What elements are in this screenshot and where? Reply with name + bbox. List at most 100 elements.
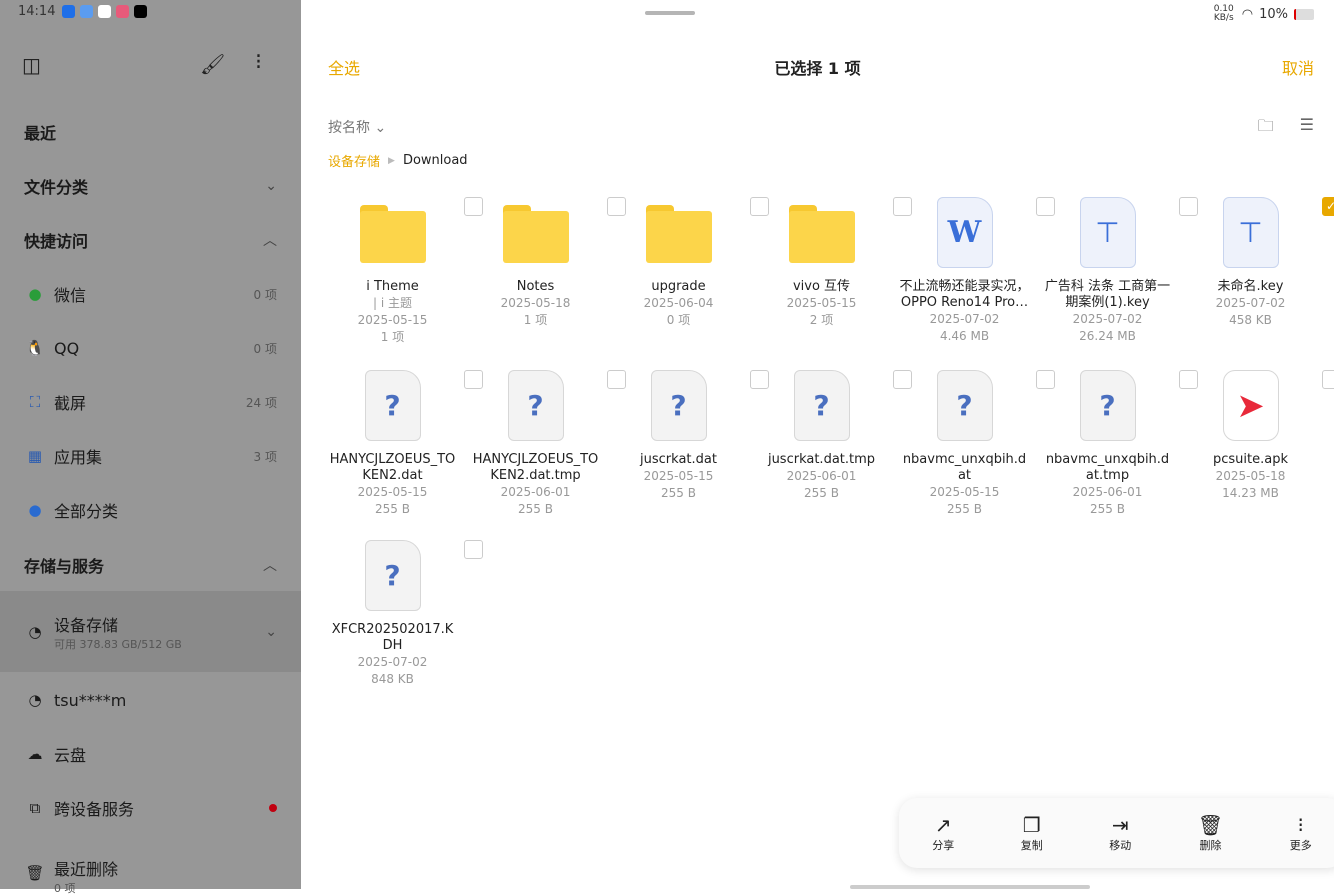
unknown-file-icon: ? xyxy=(794,370,850,441)
sidebar-item-device-storage[interactable]: ◔设备存储可用 378.83 GB/512 GB⌄ xyxy=(0,591,301,672)
select-checkbox[interactable]: ✓ xyxy=(1322,197,1334,216)
file-size: 1 项 xyxy=(464,312,607,329)
file-size: 255 B xyxy=(321,501,464,518)
file-name: i Theme xyxy=(321,279,464,295)
file-tile[interactable]: i Theme| i 主题2025-05-151 项 xyxy=(321,197,464,346)
file-tile[interactable]: vivo 互传2025-05-152 项 xyxy=(750,197,893,329)
sort-dropdown[interactable]: 按名称 ⌄ xyxy=(328,117,386,137)
file-date: 2025-06-04 xyxy=(607,295,750,312)
file-name: Notes xyxy=(464,279,607,295)
file-date: 2025-05-18 xyxy=(464,295,607,312)
file-tile[interactable]: ?HANYCJLZOEUS_TOKEN2.dat.tmp2025-06-0125… xyxy=(464,370,607,518)
file-tile[interactable]: ⊤广告科 法条 工商第一期案例(1).key2025-07-0226.24 MB xyxy=(1036,197,1179,345)
sidebar-item-cloud[interactable]: ☁云盘 xyxy=(0,740,301,768)
file-size: 255 B xyxy=(893,501,1036,518)
drag-handle[interactable] xyxy=(645,11,695,15)
file-size: 848 KB xyxy=(321,671,464,688)
qq-icon: 🐧 xyxy=(24,339,46,357)
notification-icons xyxy=(62,5,147,18)
file-name: 广告科 法条 工商第一期案例(1).key xyxy=(1036,279,1179,311)
video-app-icon xyxy=(62,5,75,18)
copy-button[interactable]: ❐复制 xyxy=(1021,813,1043,853)
file-date: 2025-05-15 xyxy=(750,295,893,312)
status-time: 14:14 xyxy=(18,4,55,19)
trash-icon: 🗑 xyxy=(24,864,46,882)
select-checkbox[interactable] xyxy=(464,540,483,559)
file-size: 255 B xyxy=(607,485,750,502)
cancel-button[interactable]: 取消 xyxy=(1282,55,1314,79)
breadcrumb-root[interactable]: 设备存储 xyxy=(328,151,380,170)
move-button[interactable]: ⇥移动 xyxy=(1109,813,1131,853)
file-name: XFCR202502017.KDH xyxy=(321,622,464,654)
file-name: HANYCJLZOEUS_TOKEN2.dat xyxy=(321,452,464,484)
file-tile[interactable]: W不止流畅还能录实况，OPPO Reno14 Pro…2025-07-024.4… xyxy=(893,197,1036,345)
file-tile[interactable]: ?nbavmc_unxqbih.dat.tmp2025-06-01255 B xyxy=(1036,370,1179,518)
file-tile[interactable]: ?XFCR202502017.KDH2025-07-02848 KB xyxy=(321,540,464,688)
file-tile[interactable]: Notes2025-05-181 项 xyxy=(464,197,607,329)
wifi-icon: ◠ xyxy=(1242,7,1253,22)
sidebar-item-screenshots[interactable]: ⛶截屏24 项 xyxy=(0,388,301,416)
file-name: nbavmc_unxqbih.dat xyxy=(893,452,1036,484)
file-tile[interactable]: ?nbavmc_unxqbih.dat2025-05-15255 B xyxy=(893,370,1036,518)
file-date: 2025-05-15 xyxy=(893,484,1036,501)
unknown-file-icon: ? xyxy=(1080,370,1136,441)
list-view-icon[interactable]: ☰ xyxy=(1300,115,1314,142)
sidebar-item-qq[interactable]: 🐧QQ0 项 xyxy=(0,334,301,362)
file-subtitle: | i 主题 xyxy=(321,295,464,312)
apk-icon: ➤ xyxy=(1223,370,1279,441)
file-tile[interactable]: ?HANYCJLZOEUS_TOKEN2.dat2025-05-15255 B xyxy=(321,370,464,518)
sidebar-item-recent[interactable]: 最近 xyxy=(0,118,301,146)
new-folder-icon[interactable]: 🗀 xyxy=(1258,115,1274,142)
battery-icon xyxy=(1294,9,1314,20)
pie-chart-icon: ◔ xyxy=(24,623,46,641)
folder-icon xyxy=(503,205,569,261)
share-button[interactable]: ↗分享 xyxy=(932,813,954,853)
file-name: nbavmc_unxqbih.dat.tmp xyxy=(1036,452,1179,484)
file-tile[interactable]: ?juscrkat.dat.tmp2025-06-01255 B xyxy=(750,370,893,502)
sidebar-item-quick-access[interactable]: 快捷访问︿ xyxy=(0,226,301,254)
file-date: 2025-07-02 xyxy=(1179,295,1322,312)
clean-brush-icon[interactable]: 🖌 xyxy=(200,52,225,76)
folder-icon xyxy=(646,205,712,261)
file-tile[interactable]: upgrade2025-06-040 项 xyxy=(607,197,750,329)
tiktok-icon xyxy=(134,5,147,18)
more-button[interactable]: ⁝更多 xyxy=(1290,813,1312,853)
sidebar-item-storage-services[interactable]: 存储与服务︿ xyxy=(0,551,301,579)
delete-button[interactable]: 🗑删除 xyxy=(1198,813,1223,853)
file-date: 2025-05-15 xyxy=(321,484,464,501)
all-categories-icon: ● xyxy=(24,501,46,519)
select-checkbox[interactable] xyxy=(1322,370,1334,389)
file-tile[interactable]: ⊤✓未命名.key2025-07-02458 KB xyxy=(1179,197,1322,329)
sidebar-item-all-categories[interactable]: ●全部分类 xyxy=(0,496,301,524)
sidebar-item-wechat[interactable]: ●微信0 项 xyxy=(0,280,301,308)
sidebar-item-recently-deleted[interactable]: 🗑最近删除0 项 xyxy=(0,856,301,896)
sidebar-item-categories[interactable]: 文件分类⌄ xyxy=(0,172,301,200)
chevron-up-icon: ︿ xyxy=(263,555,277,575)
move-icon: ⇥ xyxy=(1109,813,1131,837)
sidebar: 14:14 ◫ 🖌 ⁝ 最近 文件分类⌄ 快捷访问︿ ●微信0 项 🐧QQ0 项… xyxy=(0,0,301,889)
unknown-file-icon: ? xyxy=(508,370,564,441)
file-date: 2025-07-02 xyxy=(1036,311,1179,328)
file-date: 2025-07-02 xyxy=(893,311,1036,328)
panel-toggle-icon[interactable]: ◫ xyxy=(22,53,41,77)
chevron-right-icon: ▶ xyxy=(388,156,395,166)
sidebar-item-cross-device[interactable]: ⧉跨设备服务 xyxy=(0,794,301,822)
sidebar-item-apps[interactable]: ▦应用集3 项 xyxy=(0,442,301,470)
file-name: pcsuite.apk xyxy=(1179,452,1322,468)
file-name: 不止流畅还能录实况，OPPO Reno14 Pro… xyxy=(893,279,1036,311)
app-icon xyxy=(116,5,129,18)
crop-icon: ⛶ xyxy=(24,393,46,411)
file-name: HANYCJLZOEUS_TOKEN2.dat.tmp xyxy=(464,452,607,484)
home-indicator xyxy=(850,885,1090,889)
file-name: 未命名.key xyxy=(1179,279,1322,295)
sidebar-item-account[interactable]: ◔tsu****m xyxy=(0,686,301,714)
breadcrumb: 设备存储 ▶ Download xyxy=(328,151,468,170)
cross-device-icon: ⧉ xyxy=(24,799,46,817)
file-size: 14.23 MB xyxy=(1179,485,1322,502)
more-icon[interactable]: ⁝ xyxy=(255,50,262,75)
file-tile[interactable]: ➤pcsuite.apk2025-05-1814.23 MB xyxy=(1179,370,1322,502)
unknown-file-icon: ? xyxy=(365,540,421,611)
file-date: 2025-06-01 xyxy=(464,484,607,501)
wechat-icon: ● xyxy=(24,285,46,303)
file-tile[interactable]: ?juscrkat.dat2025-05-15255 B xyxy=(607,370,750,502)
